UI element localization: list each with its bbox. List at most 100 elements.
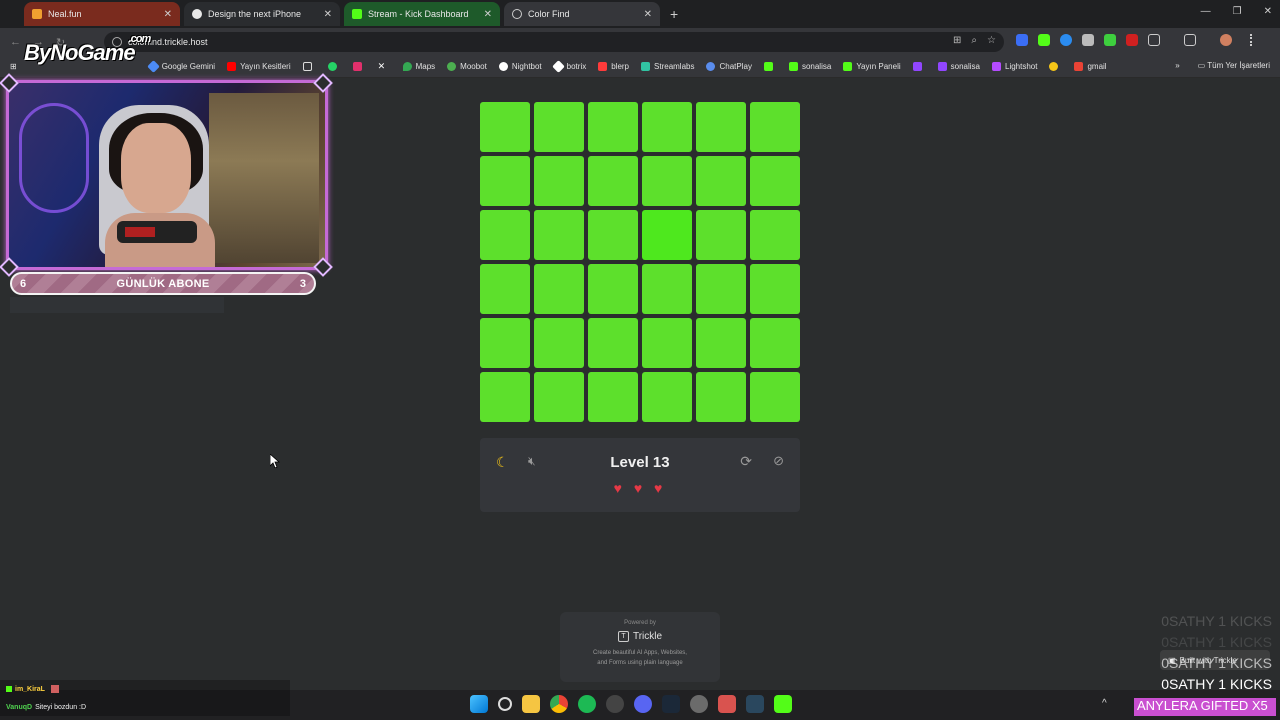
bookmark-item[interactable]: Maps [402,62,435,71]
tab-kick-dashboard[interactable]: Stream - Kick Dashboard ✕ [344,2,500,26]
bookmark-item[interactable] [763,62,777,71]
kick-app-icon[interactable] [774,695,792,713]
grid-cell[interactable] [480,318,530,368]
bookmark-item[interactable]: sonalisa [788,62,831,71]
chevron-right-icon[interactable]: » [1175,61,1179,70]
sidebar-icon[interactable] [1184,34,1196,46]
tab-design-iphone[interactable]: Design the next iPhone ✕ [184,2,340,26]
bookmark-item[interactable]: Yayın Paneli [843,62,901,71]
bookmark-item[interactable] [352,62,366,71]
powered-by-trickle[interactable]: Powered by T Trickle Create beautiful AI… [560,612,720,682]
bookmark-item[interactable]: botrix [551,60,586,73]
star-icon[interactable]: ☆ [987,35,996,46]
minimize-icon[interactable]: — [1201,6,1211,17]
discord-icon[interactable] [634,695,652,713]
steam-icon[interactable] [662,695,680,713]
bookmark-item[interactable]: Moobot [447,62,487,71]
bookmark-item[interactable]: Streamlabs [641,62,694,71]
bookmark-item[interactable]: Google Gemini [146,60,215,73]
grid-cell[interactable] [534,372,584,422]
grid-cell[interactable] [642,318,692,368]
steam-icon[interactable] [746,695,764,713]
grid-cell[interactable] [750,210,800,260]
all-bookmarks-folder[interactable]: ▭ Tüm Yer İşaretleri [1198,61,1270,70]
grid-cell[interactable] [534,264,584,314]
eye-off-icon[interactable]: ⊘ [773,453,784,469]
extension-icon[interactable] [1126,34,1138,46]
extension-icon[interactable] [1104,34,1116,46]
close-icon[interactable]: ✕ [644,9,652,20]
grid-cell[interactable] [588,156,638,206]
grid-cell[interactable] [750,372,800,422]
zoom-icon[interactable]: ⌕ [971,35,977,46]
menu-dots-icon[interactable] [1250,34,1254,46]
search-icon[interactable] [498,697,512,711]
profile-avatar-icon[interactable] [1220,34,1232,46]
grid-cell[interactable] [534,210,584,260]
extension-icon[interactable] [1060,34,1072,46]
grid-cell[interactable] [696,318,746,368]
bookmark-item[interactable]: Yayın Kesitleri [227,62,291,71]
grid-cell[interactable] [642,264,692,314]
grid-cell[interactable] [696,372,746,422]
bookmark-item[interactable]: ChatPlay [706,62,752,71]
obs-icon[interactable] [606,695,624,713]
grid-cell[interactable] [480,102,530,152]
grid-cell[interactable] [750,156,800,206]
bookmark-item[interactable] [1049,62,1062,71]
spotify-icon[interactable] [578,695,596,713]
refresh-icon[interactable]: ⟳ [740,453,752,470]
grid-cell[interactable] [642,156,692,206]
translate-icon[interactable]: ⊞ [953,35,961,46]
tray-chevron-icon[interactable]: ^ [1102,698,1107,709]
grid-cell[interactable] [480,210,530,260]
grid-cell[interactable] [696,156,746,206]
tab-nealfun[interactable]: Neal.fun ✕ [24,2,180,26]
close-icon[interactable]: ✕ [164,9,172,20]
grid-cell[interactable] [534,102,584,152]
extension-icon[interactable] [1016,34,1028,46]
file-explorer-icon[interactable] [522,695,540,713]
grid-cell[interactable] [750,318,800,368]
chrome-icon[interactable] [550,695,568,713]
bookmark-item[interactable]: gmail [1074,62,1107,71]
apps-grid-icon[interactable]: ⊞ [10,62,17,71]
grid-cell[interactable] [534,318,584,368]
grid-cell[interactable] [642,102,692,152]
extension-icon[interactable] [1038,34,1050,46]
grid-cell[interactable] [588,318,638,368]
url-field[interactable]: colorfind.trickle.host ⊞ ⌕ ☆ [104,32,1004,52]
tab-color-find[interactable]: Color Find ✕ [504,2,660,26]
grid-cell[interactable] [696,102,746,152]
close-icon[interactable]: ✕ [324,9,332,20]
bookmark-item[interactable] [327,62,341,71]
back-icon[interactable]: ← [10,36,21,49]
bookmark-item[interactable]: sonalisa [937,62,980,71]
bookmark-item[interactable] [912,62,926,71]
grid-cell[interactable] [480,156,530,206]
grid-cell[interactable] [588,372,638,422]
bookmark-item[interactable]: ✕ [378,62,391,71]
grid-cell[interactable] [588,210,638,260]
grid-cell[interactable] [750,102,800,152]
bookmark-item[interactable]: blerp [598,62,629,71]
bookmark-item[interactable]: Nightbot [498,62,542,71]
app-icon[interactable] [718,695,736,713]
bookmark-item[interactable]: Lightshot [992,62,1037,71]
maximize-icon[interactable]: ❐ [1233,6,1242,17]
close-icon[interactable]: ✕ [484,9,492,20]
window-close-icon[interactable]: ✕ [1264,6,1272,17]
grid-cell[interactable] [642,372,692,422]
puzzle-icon[interactable] [1148,34,1160,46]
grid-cell[interactable] [696,264,746,314]
grid-cell[interactable] [696,210,746,260]
grid-cell[interactable] [534,156,584,206]
grid-cell[interactable] [750,264,800,314]
windows-start-icon[interactable] [470,695,488,713]
grid-cell[interactable] [588,102,638,152]
wow-icon[interactable] [690,695,708,713]
grid-cell-odd[interactable] [642,210,692,260]
new-tab-icon[interactable]: + [670,6,678,22]
bookmark-item[interactable] [302,62,316,71]
grid-cell[interactable] [480,372,530,422]
